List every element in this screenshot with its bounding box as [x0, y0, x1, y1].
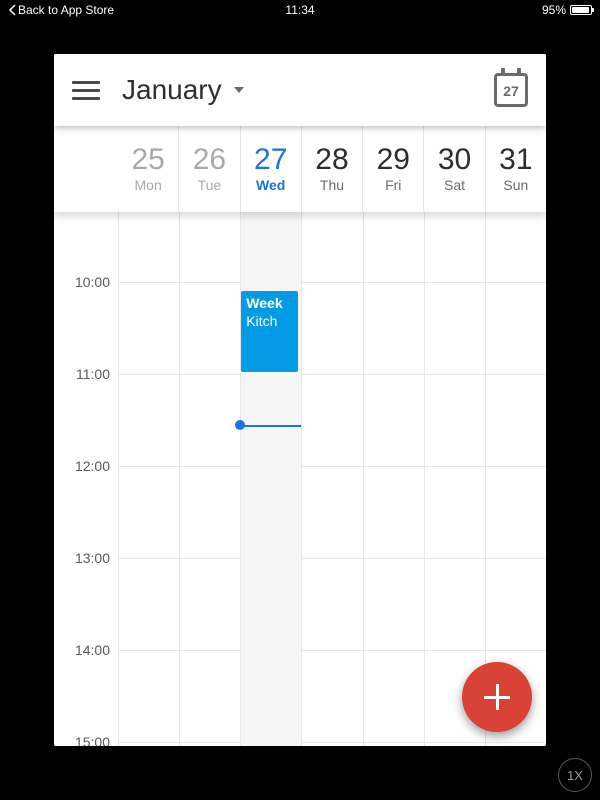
day-number: 26	[193, 145, 226, 175]
day-header-sat[interactable]: 30 Sat	[423, 126, 484, 212]
battery-icon	[570, 5, 592, 15]
ios-status-bar: Back to App Store 11:34 95%	[0, 0, 600, 20]
day-number: 27	[254, 145, 287, 175]
hour-label: 11:00	[76, 366, 110, 382]
current-time-indicator	[240, 425, 301, 427]
day-number: 25	[131, 145, 164, 175]
hamburger-icon	[72, 81, 100, 84]
chevron-left-icon	[8, 4, 16, 16]
month-label: January	[122, 74, 222, 106]
event-title: Week	[246, 295, 293, 313]
today-icon-day: 27	[494, 73, 528, 107]
calendar-event[interactable]: WeekKitch	[241, 291, 298, 372]
day-of-week: Fri	[385, 177, 401, 193]
week-day-header: 25 Mon 26 Tue 27 Wed 28 Thu 29 Fri 30 Sat 31 Sun	[54, 126, 546, 212]
day-number: 30	[438, 145, 471, 175]
current-time-dot	[235, 420, 245, 430]
day-header-wed[interactable]: 27 Wed	[240, 126, 301, 212]
day-of-week: Tue	[198, 177, 222, 193]
day-of-week: Sat	[444, 177, 465, 193]
hour-label: 14:00	[75, 642, 110, 658]
event-subtitle: Kitch	[246, 313, 293, 331]
hour-label: 10:00	[75, 274, 110, 290]
today-button[interactable]: 27	[494, 73, 528, 107]
hour-gutter: 10:00 11:00 12:00 13:00 14:00 15:00	[54, 212, 118, 746]
battery-percent: 95%	[542, 3, 566, 17]
zoom-1x-badge[interactable]: 1X	[558, 758, 592, 792]
day-number: 29	[377, 145, 410, 175]
day-header-sun[interactable]: 31 Sun	[485, 126, 546, 212]
day-of-week: Wed	[256, 177, 285, 193]
hour-label: 13:00	[75, 550, 110, 566]
day-of-week: Sun	[503, 177, 528, 193]
day-number: 31	[499, 145, 532, 175]
day-header-thu[interactable]: 28 Thu	[301, 126, 362, 212]
day-of-week: Thu	[320, 177, 344, 193]
chevron-down-icon	[232, 83, 246, 97]
calendar-app: January 27 25 Mon 26 Tue 27 Wed 28 Thu 29 Fri 30 Sa…	[54, 54, 546, 746]
menu-button[interactable]	[72, 76, 100, 104]
month-picker[interactable]: January	[122, 74, 246, 106]
back-label: Back to App Store	[18, 3, 114, 17]
create-event-button[interactable]	[462, 662, 532, 732]
status-time: 11:34	[285, 3, 314, 17]
app-header: January 27	[54, 54, 546, 126]
day-header-fri[interactable]: 29 Fri	[362, 126, 423, 212]
time-grid[interactable]: 10:00 11:00 12:00 13:00 14:00 15:00 WeekKitch	[54, 212, 546, 746]
day-number: 28	[315, 145, 348, 175]
hour-label: 15:00	[75, 734, 110, 746]
back-to-app-store[interactable]: Back to App Store	[8, 3, 114, 17]
hour-label: 12:00	[75, 458, 110, 474]
day-of-week: Mon	[135, 177, 162, 193]
day-header-mon[interactable]: 25 Mon	[118, 126, 178, 212]
day-header-tue[interactable]: 26 Tue	[178, 126, 239, 212]
